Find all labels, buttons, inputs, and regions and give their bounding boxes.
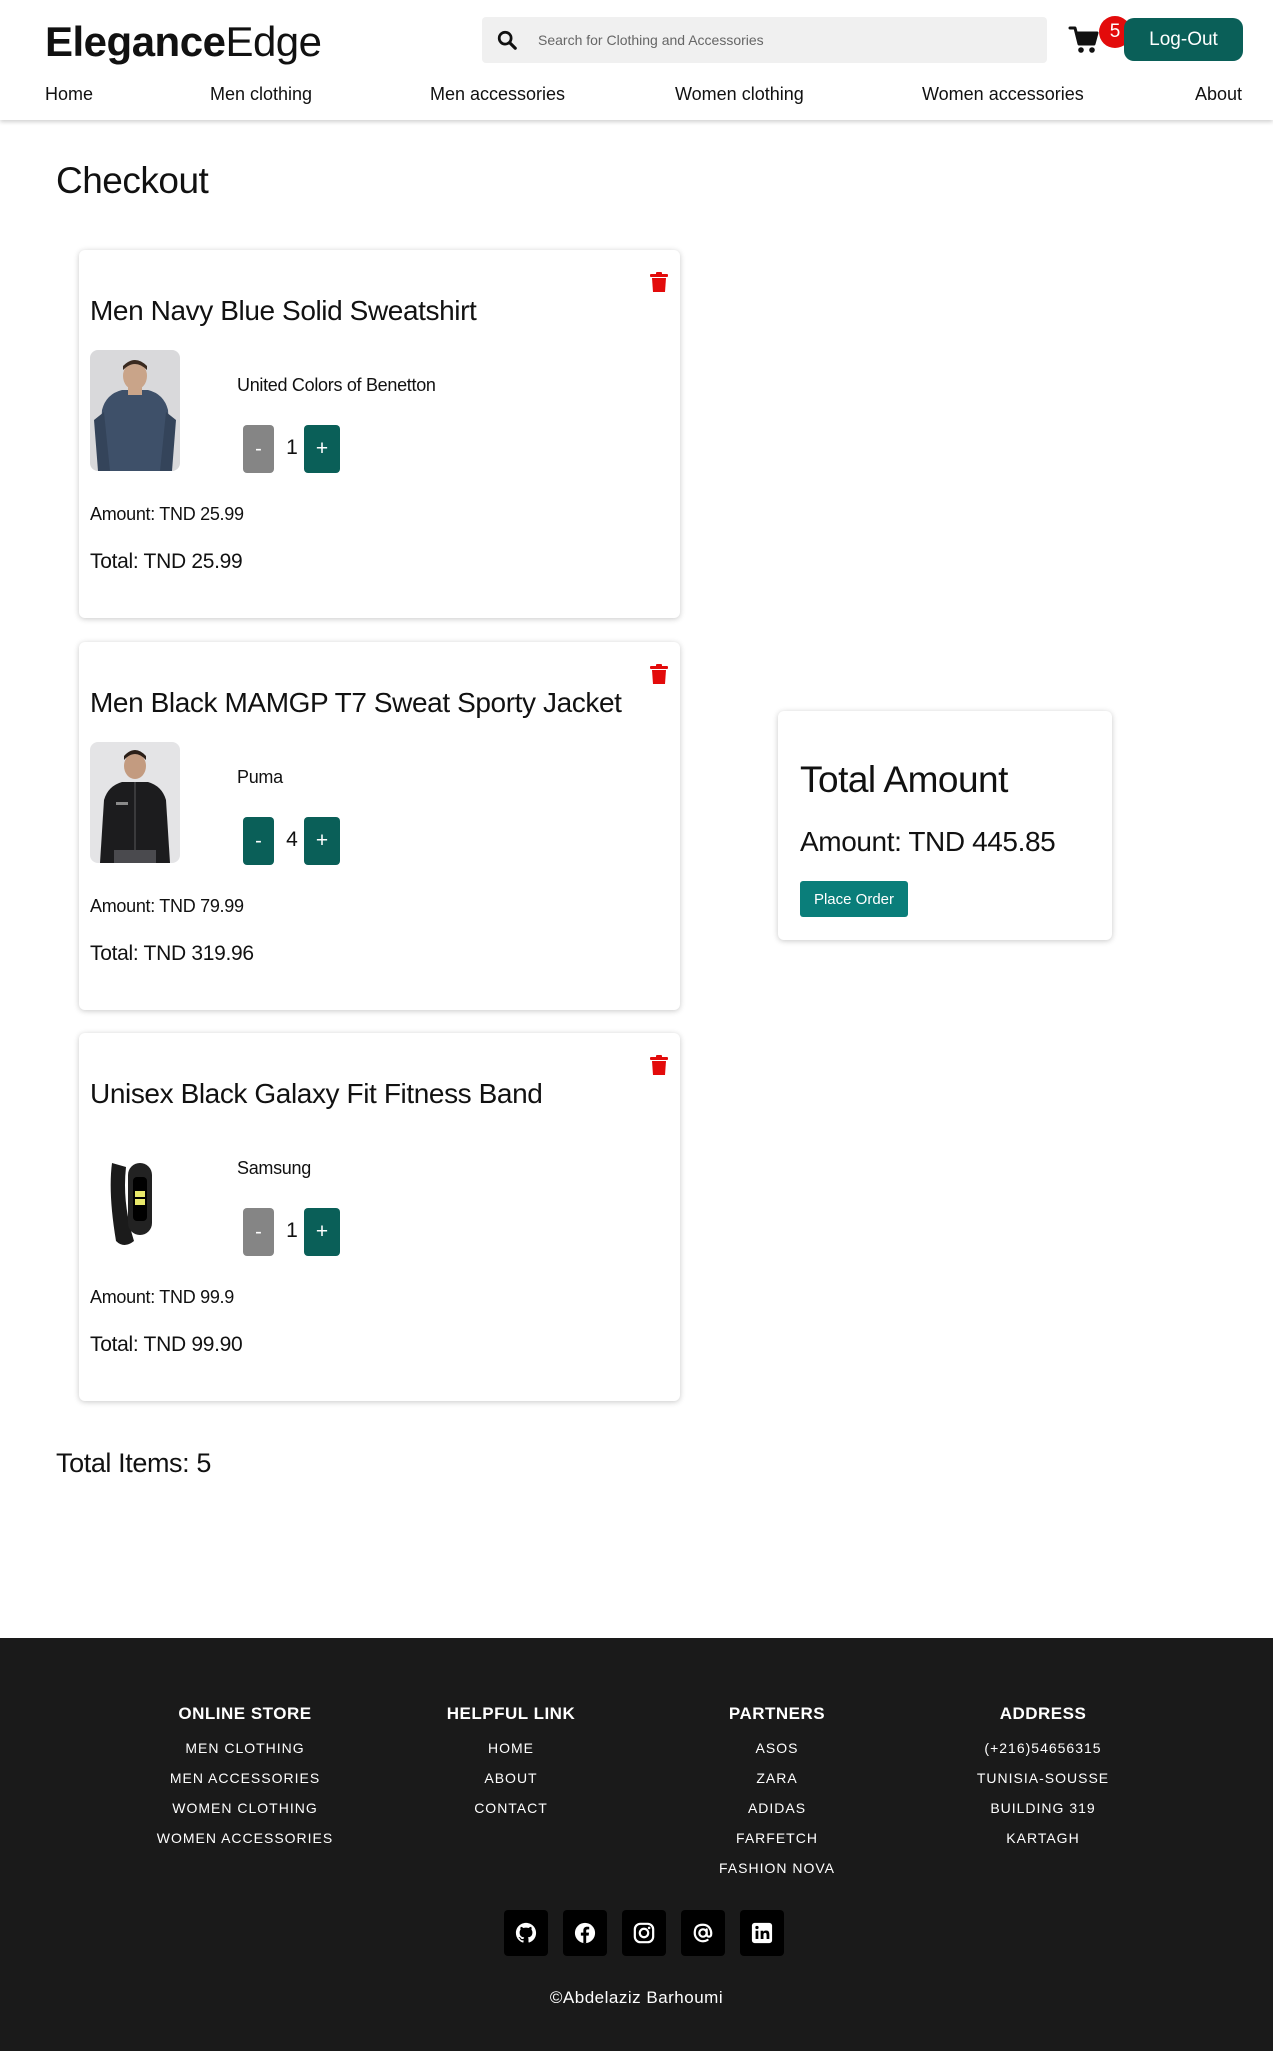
nav-about[interactable]: About [1195,84,1242,105]
footer-column-address: ADDRESS (+216)54656315 TUNISIA-SOUSSE BU… [893,1704,1193,1858]
social-links [504,1910,786,1956]
footer-link[interactable]: CONTACT [361,1798,661,1828]
place-order-button[interactable]: Place Order [800,881,908,917]
quantity-increase-button[interactable]: + [304,425,340,473]
facebook-icon[interactable] [563,1910,607,1956]
footer-link[interactable]: ABOUT [361,1768,661,1798]
order-summary-card: Total Amount Amount: TND 445.85 Place Or… [778,711,1112,940]
search-input[interactable] [538,25,1028,55]
search-bar [482,17,1047,63]
product-brand: United Colors of Benetton [237,375,436,395]
product-image [90,1133,180,1254]
footer-heading: ADDRESS [999,1704,1087,1723]
cart-icon[interactable] [1068,24,1100,56]
quantity-increase-button[interactable]: + [304,817,340,865]
line-total: Total: TND 319.96 [90,942,254,965]
footer-link[interactable]: HOME [361,1738,661,1768]
product-name: Men Navy Blue Solid Sweatshirt [90,295,477,326]
linkedin-icon[interactable] [740,1910,784,1956]
github-icon[interactable] [504,1910,548,1956]
footer-column-partners: PARTNERS ASOS ZARA ADIDAS FARFETCH FASHI… [627,1704,927,1888]
footer-link[interactable]: FARFETCH [627,1828,927,1858]
nav-women-accessories[interactable]: Women accessories [922,84,1084,105]
product-brand: Samsung [237,1158,311,1178]
site-footer: ONLINE STORE MEN CLOTHING MEN ACCESSORIE… [0,1638,1273,2051]
footer-link[interactable]: ASOS [627,1738,927,1768]
logo-bold-text: Elegance [45,18,226,65]
footer-link[interactable]: WOMEN CLOTHING [95,1798,395,1828]
footer-heading: ONLINE STORE [178,1704,312,1723]
email-icon[interactable] [681,1910,725,1956]
footer-link[interactable]: FASHION NOVA [627,1858,927,1888]
summary-amount: Amount: TND 445.85 [800,826,1056,857]
unit-amount: Amount: TND 79.99 [90,896,244,916]
copyright-text: ©Abdelaziz Barhoumi [549,1988,724,2007]
quantity-increase-button[interactable]: + [304,1208,340,1256]
cart-item-card: Men Black MAMGP T7 Sweat Sporty Jacket P… [79,642,680,1010]
instagram-icon[interactable] [622,1910,666,1956]
footer-column-online-store: ONLINE STORE MEN CLOTHING MEN ACCESSORIE… [95,1704,395,1858]
footer-link[interactable]: MEN ACCESSORIES [95,1768,395,1798]
logout-button[interactable]: Log-Out [1124,18,1243,61]
site-logo[interactable]: EleganceEdge [45,18,322,66]
line-total: Total: TND 99.90 [90,1333,243,1356]
footer-column-helpful-link: HELPFUL LINK HOME ABOUT CONTACT [361,1704,661,1828]
cart-item-card: Men Navy Blue Solid Sweatshirt United Co… [79,250,680,618]
search-icon[interactable] [496,29,518,51]
footer-link[interactable]: ZARA [627,1768,927,1798]
main-nav: Home Men clothing Men accessories Women … [45,84,1245,108]
footer-heading: PARTNERS [728,1704,826,1723]
product-image [90,742,180,863]
cart-item-card: Unisex Black Galaxy Fit Fitness Band Sam… [79,1033,680,1401]
page-title: Checkout [56,160,209,201]
footer-heading: HELPFUL LINK [446,1704,576,1723]
trash-icon[interactable] [650,272,668,292]
nav-men-accessories[interactable]: Men accessories [430,84,565,105]
trash-icon[interactable] [650,664,668,684]
total-items: Total Items: 5 [56,1448,211,1478]
footer-link[interactable]: ADIDAS [627,1798,927,1828]
quantity-decrease-button[interactable]: - [243,817,274,865]
nav-home[interactable]: Home [45,84,93,105]
unit-amount: Amount: TND 25.99 [90,504,244,524]
unit-amount: Amount: TND 99.9 [90,1287,234,1307]
summary-title: Total Amount [800,759,1008,800]
trash-icon[interactable] [650,1055,668,1075]
footer-link[interactable]: MEN CLOTHING [95,1738,395,1768]
product-image [90,350,180,471]
footer-address-line: BUILDING 319 [990,1800,1096,1816]
product-brand: Puma [237,767,283,787]
footer-address-line: TUNISIA-SOUSSE [976,1770,1110,1786]
nav-men-clothing[interactable]: Men clothing [210,84,312,105]
product-name: Unisex Black Galaxy Fit Fitness Band [90,1078,543,1109]
line-total: Total: TND 25.99 [90,550,243,573]
product-name: Men Black MAMGP T7 Sweat Sporty Jacket [90,687,622,718]
quantity-decrease-button[interactable]: - [243,1208,274,1256]
footer-address-line: (+216)54656315 [984,1740,1102,1756]
nav-women-clothing[interactable]: Women clothing [675,84,804,105]
footer-address-line: KARTAGH [1006,1830,1080,1846]
logo-light-text: Edge [225,18,322,65]
site-header: EleganceEdge 5 Log-Out Home Men clothing… [0,0,1273,120]
quantity-decrease-button[interactable]: - [243,425,274,473]
footer-link[interactable]: WOMEN ACCESSORIES [95,1828,395,1858]
